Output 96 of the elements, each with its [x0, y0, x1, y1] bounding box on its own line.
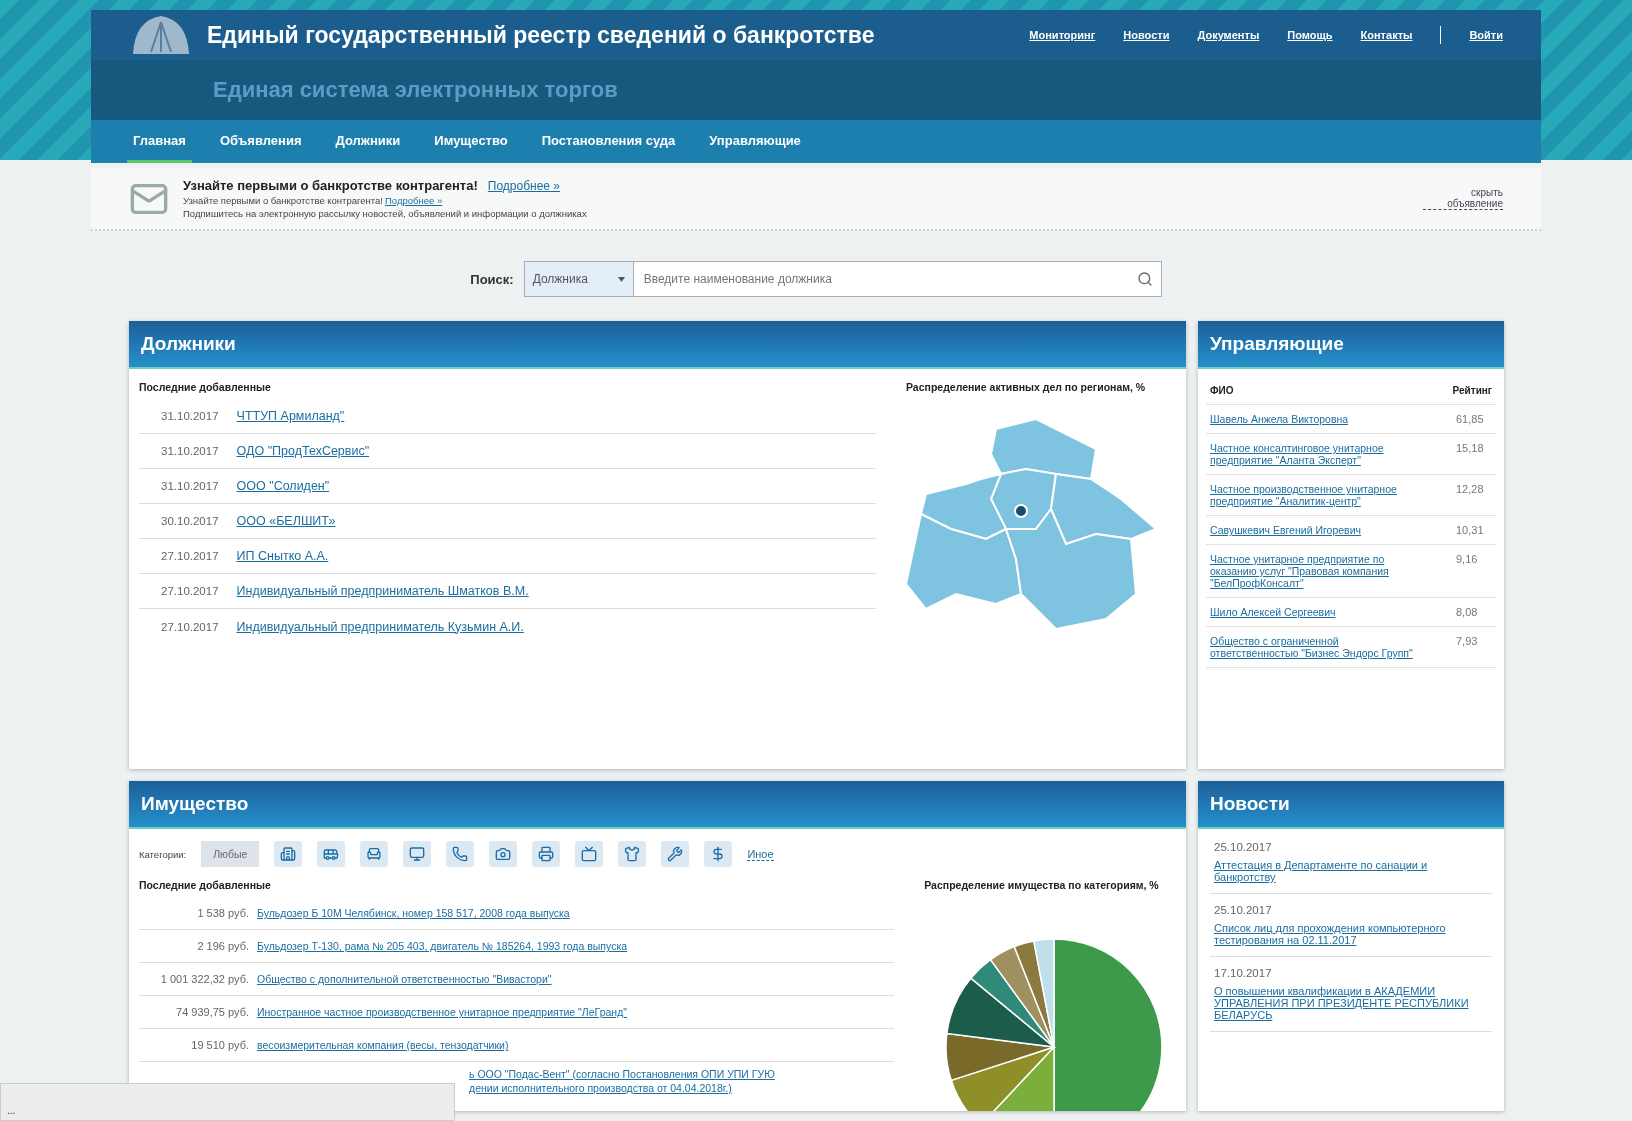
nav-tab[interactable]: Должники — [329, 120, 407, 163]
debtor-link[interactable]: Индивидуальный предприниматель Кузьмин А.И. — [236, 619, 524, 634]
price-text: 74 939,75 руб. — [175, 1006, 249, 1018]
section-caption: Последние добавленные — [139, 381, 272, 393]
news-link[interactable]: Список лиц для прохождения компьютерного тестирования на 02.11.2017 — [1214, 922, 1488, 946]
date-text: 27.10.2017 — [161, 550, 219, 562]
manager-link[interactable]: Частное унитарное предприятие по оказанию услуг "Правовая компания "БелПрофКонсалт" — [1210, 553, 1420, 589]
printer-icon[interactable] — [532, 841, 561, 867]
search-box[interactable]: Введите наименование должника — [633, 261, 1162, 297]
phone-icon[interactable] — [446, 841, 475, 867]
manager-link[interactable]: Шило Алексей Сергеевич — [1210, 606, 1336, 618]
header-link[interactable]: Документы — [1197, 29, 1260, 41]
date-text: 27.10.2017 — [161, 620, 219, 633]
price-text: 19 510 руб. — [190, 1039, 249, 1051]
date-text: 31.10.2017 — [161, 480, 219, 492]
property-link[interactable]: Общество с дополнительной ответственностью "Вивастори" — [257, 973, 552, 985]
caret-icon — [617, 276, 625, 282]
login-link[interactable]: Войти — [1469, 29, 1503, 41]
nav-tab[interactable]: Постановления суда — [535, 120, 682, 163]
manager-link[interactable]: Общество с ограниченной ответственностью "Бизнес Эндорс Групп" — [1210, 635, 1420, 659]
debtor-link[interactable]: Индивидуальный предприниматель Шматков В.М. — [236, 584, 529, 598]
price-text: 1 538 руб. — [196, 907, 249, 919]
manager-link[interactable]: Частное консалтинговое унитарное предприятие "Аланта Эксперт" — [1210, 442, 1420, 466]
debtor-link[interactable]: ЧТТУП Армиланд" — [236, 409, 345, 423]
column-header: Рейтинг — [1452, 385, 1492, 396]
rating-text: 7,93 — [1456, 635, 1479, 649]
rating-text: 12,28 — [1456, 483, 1485, 497]
subtitle: Единая система электронных торгов — [213, 77, 618, 103]
bus-icon[interactable] — [317, 841, 346, 867]
category-select[interactable]: Должника — [523, 261, 634, 297]
price-text: 2 196 руб. — [196, 940, 249, 952]
building-icon[interactable] — [274, 841, 303, 867]
nav-tab[interactable]: Объявления — [213, 120, 308, 163]
header-link[interactable]: Мониторинг — [1029, 29, 1096, 41]
rating-text: 61,85 — [1456, 413, 1485, 425]
rating-text: 15,18 — [1456, 442, 1485, 456]
price-text: 1 001 322,32 руб. — [159, 973, 249, 985]
search-label: Поиск: — [470, 271, 514, 287]
panel-title: Имущество — [129, 781, 1186, 829]
panel-title: Новости — [1198, 781, 1504, 829]
dollar-icon[interactable] — [704, 841, 733, 867]
property-link[interactable]: Бульдозер Т-130, рама № 205 403, двигатель № 185264, 1993 года выпуска — [257, 940, 628, 952]
promo-description: Подпишитесь на электронную рассылку новостей, объявлений и информации о должниках — [183, 208, 588, 219]
news-link[interactable]: Аттестация в Департаменте по санации и банкротству — [1214, 859, 1488, 883]
panel-title: Должники — [129, 321, 1186, 369]
promo-line: Узнайте первыми о банкротстве контрагента! — [183, 195, 383, 206]
nav-tab[interactable]: Имущество — [428, 120, 514, 163]
search-icon[interactable] — [1136, 271, 1153, 287]
property-link[interactable]: Бульдозер Б 10М Челябинск, номер 158 517, 2008 года выпуска — [257, 907, 570, 919]
more-link[interactable]: Подробнее » — [385, 195, 443, 206]
wrench-icon[interactable] — [661, 841, 690, 867]
debtor-link[interactable]: ООО "Солиден" — [236, 479, 330, 493]
property-link[interactable]: весоизмерительная компания (весы, тензодатчики) — [257, 1039, 509, 1051]
date-text: 31.10.2017 — [161, 410, 219, 422]
property-link[interactable]: дении исполнительного производства от 04.04.2018г.) — [469, 1082, 895, 1094]
header-link[interactable]: Новости — [1123, 29, 1170, 41]
more-link[interactable]: Подробнее » — [487, 179, 561, 193]
site-title: Единый государственный реестр сведений о банкротстве — [207, 21, 876, 49]
debtor-link[interactable]: ООО «БЕЛШИТ» — [236, 514, 336, 528]
category-link[interactable]: Иное — [747, 847, 774, 861]
rating-text: 10,31 — [1456, 524, 1485, 536]
date-text: 25.10.2017 — [1214, 841, 1273, 853]
nav-tab[interactable]: Управляющие — [703, 120, 807, 163]
date-text: 25.10.2017 — [1214, 904, 1273, 916]
status-popup: ... — [0, 1083, 455, 1121]
rating-text: 9,16 — [1456, 553, 1479, 567]
armchair-icon[interactable] — [360, 841, 389, 867]
property-link[interactable]: ь ООО "Подас-Вент" (согласно Постановления ОПИ УПИ ГУЮ — [469, 1068, 895, 1080]
nav-tab[interactable]: Главная — [127, 120, 192, 163]
shirt-icon[interactable] — [618, 841, 647, 867]
news-link[interactable]: О повышении квалификации в АКАДЕМИИ УПРАВЛЕНИЯ ПРИ ПРЕЗИДЕНТЕ РЕСПУБЛИКИ БЕЛАРУСЬ — [1214, 985, 1488, 1021]
manager-link[interactable]: Шавель Анжела Викторовна — [1210, 413, 1349, 425]
date-text: 31.10.2017 — [161, 445, 219, 457]
map-caption: Распределение активных дел по регионам, % — [906, 381, 1147, 393]
manager-link[interactable]: Савушкевич Евгений Игоревич — [1210, 524, 1361, 536]
date-text: 17.10.2017 — [1214, 967, 1273, 979]
property-link[interactable]: Иностранное частное производственное унитарное предприятие "ЛеГранд" — [257, 1006, 627, 1018]
manager-link[interactable]: Частное производственное унитарное предприятие "Аналитик-центр" — [1210, 483, 1420, 507]
categories-label: Категории: — [139, 848, 187, 860]
camera-icon[interactable] — [489, 841, 518, 867]
rating-text: 8,08 — [1456, 606, 1479, 618]
column-header: ФИО — [1210, 385, 1234, 396]
date-text: 27.10.2017 — [161, 585, 219, 597]
debtor-link[interactable]: ОДО "ПродТехСервис" — [236, 444, 370, 458]
category-option[interactable]: Любые — [201, 841, 260, 867]
header-link[interactable]: Контакты — [1360, 29, 1413, 41]
tv-icon[interactable] — [575, 841, 604, 867]
debtor-link[interactable]: ИП Снытко А.А. — [236, 549, 329, 563]
hide-link[interactable]: скрыть объявление — [1423, 187, 1503, 210]
header-link[interactable]: Помощь — [1287, 29, 1333, 41]
panel-title: Управляющие — [1198, 321, 1504, 369]
monitor-icon[interactable] — [403, 841, 432, 867]
chart-caption: Распределение имущества по категориям, % — [924, 879, 1160, 891]
section-caption: Последние добавленные — [139, 879, 272, 891]
date-text: 30.10.2017 — [161, 515, 219, 527]
promo-heading: Узнайте первыми о банкротстве контрагента! — [183, 178, 478, 193]
